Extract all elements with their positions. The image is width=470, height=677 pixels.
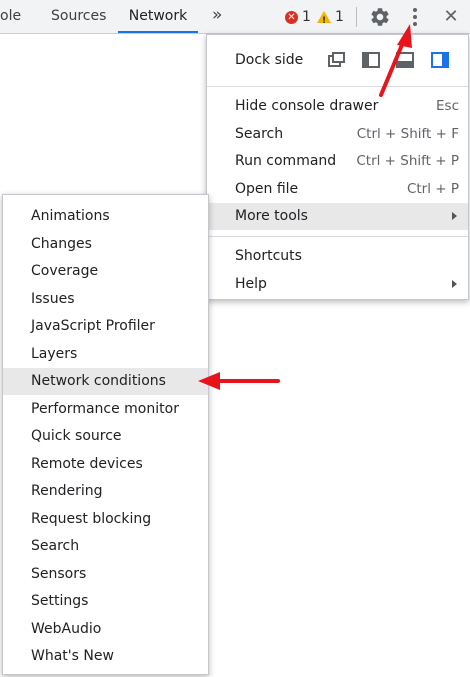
submenu-item-layers[interactable]: Layers xyxy=(3,341,208,368)
tab-console[interactable]: ole xyxy=(0,0,21,33)
devtools-tabbar: ole Sources Network » ✕ 1 1 ✕ xyxy=(0,0,470,34)
menu-item-more-tools[interactable]: More tools xyxy=(207,203,468,230)
submenu-arrow-icon xyxy=(452,280,457,288)
tab-network[interactable]: Network xyxy=(118,0,198,33)
menu-item-shortcut: Ctrl + Shift + P xyxy=(356,153,459,169)
error-badge[interactable]: ✕ 1 xyxy=(285,8,311,26)
menu-item-label: Help xyxy=(235,276,267,292)
undock-icon[interactable] xyxy=(328,52,346,68)
annotation-arrow-to-network-conditions xyxy=(198,372,280,390)
menu-item-shortcut: Ctrl + P xyxy=(406,181,459,197)
menu-item-shortcut: Ctrl + Shift + F xyxy=(356,126,459,142)
submenu-item-remote-devices[interactable]: Remote devices xyxy=(3,451,208,478)
tab-sources[interactable]: Sources xyxy=(51,0,106,33)
warning-count: 1 xyxy=(335,9,344,25)
kebab-menu-icon[interactable] xyxy=(408,5,422,29)
menu-item-search[interactable]: Search Ctrl + Shift + F xyxy=(207,121,468,148)
toolbar-divider xyxy=(356,7,357,27)
submenu-item-webaudio[interactable]: WebAudio xyxy=(3,616,208,643)
submenu-item-quick-source[interactable]: Quick source xyxy=(3,423,208,450)
more-tools-submenu: Animations Changes Coverage Issues JavaS… xyxy=(2,194,209,675)
menu-item-label: Shortcuts xyxy=(235,248,302,264)
submenu-item-search[interactable]: Search xyxy=(3,533,208,560)
menu-item-label: Search xyxy=(235,126,284,142)
gear-icon[interactable] xyxy=(369,6,391,28)
error-count: 1 xyxy=(302,9,311,25)
submenu-item-whats-new[interactable]: What's New xyxy=(3,643,208,670)
submenu-item-rendering[interactable]: Rendering xyxy=(3,478,208,505)
submenu-item-coverage[interactable]: Coverage xyxy=(3,258,208,285)
menu-item-label: More tools xyxy=(235,208,308,224)
submenu-arrow-icon xyxy=(452,212,457,220)
dock-side-label: Dock side xyxy=(235,52,304,68)
menu-item-label: Open file xyxy=(235,181,299,197)
dock-left-icon[interactable] xyxy=(362,52,380,68)
submenu-item-javascript-profiler[interactable]: JavaScript Profiler xyxy=(3,313,208,340)
warning-icon xyxy=(317,11,331,30)
menu-item-shortcut: Esc xyxy=(436,98,459,114)
menu-item-label: Hide console drawer xyxy=(235,98,379,114)
warning-badge[interactable]: 1 xyxy=(317,8,344,30)
dock-right-icon[interactable] xyxy=(431,52,449,68)
submenu-item-performance-monitor[interactable]: Performance monitor xyxy=(3,396,208,423)
menu-item-shortcuts[interactable]: Shortcuts xyxy=(207,243,468,270)
error-icon: ✕ xyxy=(285,10,298,24)
dock-bottom-icon[interactable] xyxy=(396,52,414,68)
submenu-item-settings[interactable]: Settings xyxy=(3,588,208,615)
menu-item-run-command[interactable]: Run command Ctrl + Shift + P xyxy=(207,148,468,175)
menu-item-hide-console-drawer[interactable]: Hide console drawer Esc xyxy=(207,93,468,120)
close-icon[interactable]: ✕ xyxy=(440,3,462,31)
menu-item-open-file[interactable]: Open file Ctrl + P xyxy=(207,176,468,203)
menu-divider xyxy=(207,236,468,237)
submenu-item-network-conditions[interactable]: Network conditions xyxy=(3,368,208,395)
submenu-item-changes[interactable]: Changes xyxy=(3,231,208,258)
menu-item-help[interactable]: Help xyxy=(207,271,468,298)
customize-menu: Dock side Hide console drawer Esc Search… xyxy=(206,34,469,300)
submenu-item-request-blocking[interactable]: Request blocking xyxy=(3,506,208,533)
more-tabs-button[interactable]: » xyxy=(212,0,223,33)
menu-item-label: Run command xyxy=(235,153,337,169)
submenu-item-animations[interactable]: Animations xyxy=(3,203,208,230)
submenu-item-sensors[interactable]: Sensors xyxy=(3,561,208,588)
submenu-item-issues[interactable]: Issues xyxy=(3,286,208,313)
menu-divider xyxy=(207,86,468,87)
